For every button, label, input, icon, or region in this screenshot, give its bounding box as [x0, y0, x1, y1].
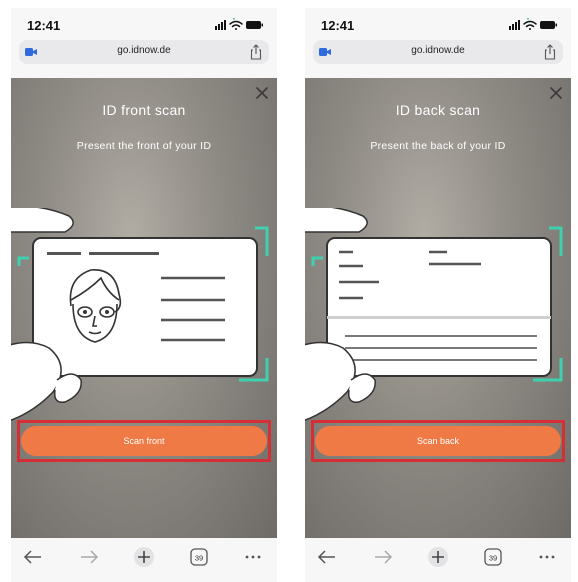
forward-arrow-icon[interactable]	[77, 546, 101, 568]
share-icon[interactable]	[543, 44, 557, 60]
card-divider	[327, 316, 551, 319]
page-title: ID back scan	[395, 102, 481, 118]
new-tab-icon[interactable]	[132, 546, 156, 568]
activity-dot	[527, 18, 529, 20]
browser-toolbar: 39	[305, 538, 571, 582]
tab-count: 39	[489, 554, 497, 563]
forward-arrow-icon[interactable]	[371, 546, 395, 568]
signal-icon	[215, 20, 226, 30]
scan-front-button[interactable]: Scan front	[21, 426, 267, 456]
browser-toolbar: 39	[11, 538, 277, 582]
status-bar: 12:41	[305, 8, 571, 38]
status-bar: 12:41	[11, 8, 277, 38]
status-icons	[509, 18, 557, 30]
signal-icon	[509, 20, 520, 30]
close-icon[interactable]	[549, 86, 563, 100]
new-tab-icon[interactable]	[426, 546, 450, 568]
close-icon[interactable]	[255, 86, 269, 100]
scan-back-button[interactable]: Scan back	[315, 426, 561, 456]
id-card-front	[32, 237, 258, 377]
address-bar[interactable]: go.idnow.de	[313, 40, 563, 64]
phone-screen-front: 12:41 go.idnow.de ID front scan Present …	[11, 8, 277, 582]
page-subtitle: Present the front of your ID	[76, 140, 212, 152]
url-text: go.idnow.de	[411, 45, 465, 56]
tabs-icon[interactable]: 39	[481, 546, 505, 568]
wifi-icon	[229, 20, 243, 30]
back-arrow-icon[interactable]	[315, 546, 339, 568]
more-icon[interactable]	[241, 546, 265, 568]
back-arrow-icon[interactable]	[21, 546, 45, 568]
phone-screen-back: 12:41 go.idnow.de ID back scan Present t…	[305, 8, 571, 582]
status-icons	[215, 18, 263, 30]
tabs-icon[interactable]: 39	[187, 546, 211, 568]
battery-icon	[540, 21, 557, 29]
url-text: go.idnow.de	[117, 45, 171, 56]
status-time: 12:41	[27, 18, 61, 33]
share-icon[interactable]	[249, 44, 263, 60]
scan-instructions-panel: ID back scan Present the back of your ID	[305, 78, 571, 538]
battery-icon	[246, 21, 263, 29]
id-back-illustration	[305, 208, 563, 421]
wifi-icon	[523, 20, 537, 30]
tab-count: 39	[195, 554, 203, 563]
page-title: ID front scan	[102, 102, 186, 118]
more-icon[interactable]	[535, 546, 559, 568]
page-subtitle: Present the back of your ID	[370, 140, 506, 152]
id-card-back	[326, 237, 552, 377]
status-time: 12:41	[321, 18, 355, 33]
id-front-illustration	[11, 208, 269, 421]
address-bar[interactable]: go.idnow.de	[19, 40, 269, 64]
scan-instructions-panel: ID front scan Present the front of your …	[11, 78, 277, 538]
activity-dot	[233, 18, 235, 20]
